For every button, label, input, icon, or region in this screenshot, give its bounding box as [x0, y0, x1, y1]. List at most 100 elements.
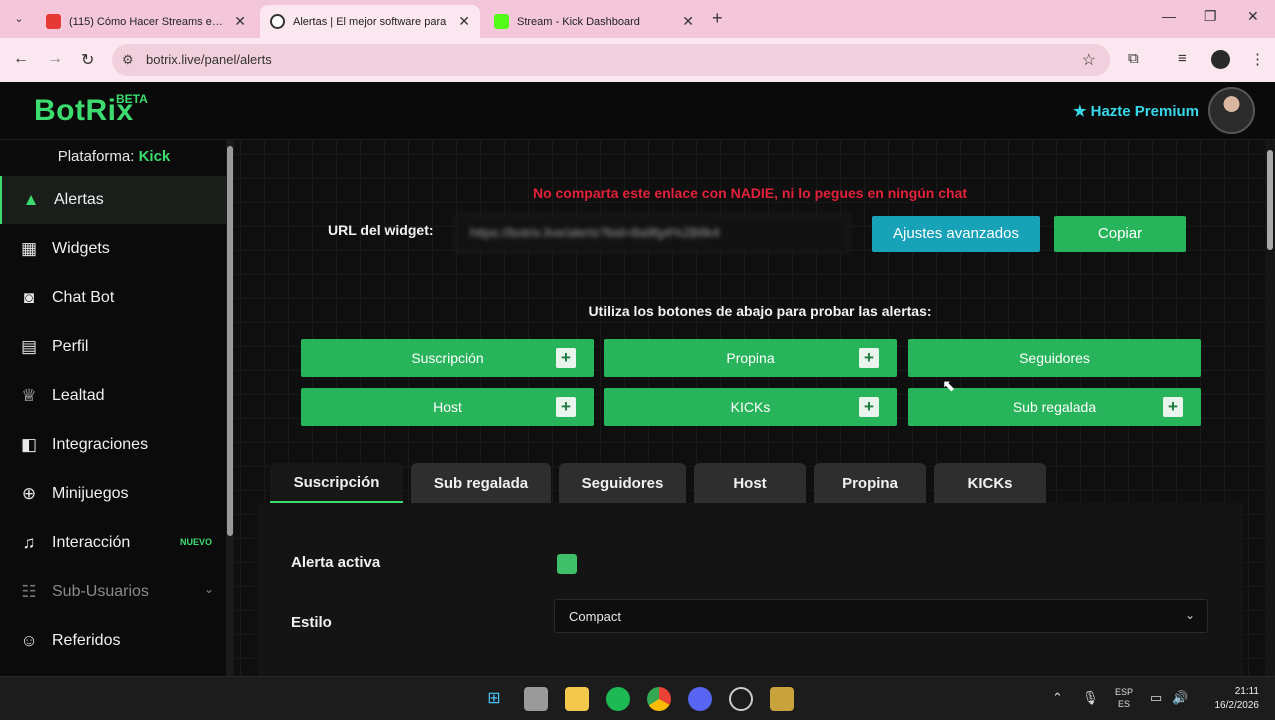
browser-toolbar: ← → ↻ ⚙ botrix.live/panel/alerts ☆ ⧉ ≡ ⋮ [0, 38, 1275, 82]
new-tab-icon[interactable]: + [712, 8, 723, 29]
kick-icon [494, 14, 509, 29]
close-tab-icon[interactable]: ✕ [458, 13, 470, 30]
test-subscription-button[interactable]: Suscripción + [301, 339, 594, 377]
chevron-down-icon: ⌄ [203, 582, 214, 596]
sidebar-item-referidos[interactable]: ☺ Referidos [0, 617, 226, 665]
main-scrollbar[interactable] [1265, 140, 1275, 676]
menu-kebab-icon[interactable]: ⋮ [1250, 50, 1265, 68]
plus-icon[interactable]: + [556, 397, 576, 417]
plus-icon[interactable]: + [556, 348, 576, 368]
button-label: Propina [726, 350, 775, 366]
browser-profile-avatar[interactable] [1211, 50, 1230, 69]
tab-propina[interactable]: Propina [814, 463, 926, 503]
button-label: Host [433, 399, 462, 415]
tab-search-icon[interactable]: ⌄ [8, 8, 30, 30]
test-tip-button[interactable]: Propina + [604, 339, 897, 377]
app-header: BotRix BETA ★ Hazte Premium [0, 82, 1275, 140]
league-icon[interactable] [770, 687, 794, 711]
widget-url-label: URL del widget: [328, 222, 434, 238]
language-indicator[interactable]: ESP ES [1112, 686, 1136, 710]
botrix-icon [270, 14, 285, 29]
sidebar-item-sub-usuarios[interactable]: ☷ Sub-Usuarios ⌄ [0, 568, 226, 616]
sidebar-item-integraciones[interactable]: ◧ Integraciones [0, 421, 226, 469]
test-followers-button[interactable]: Seguidores [908, 339, 1201, 377]
widget-url-field[interactable]: https://botrix.live/alerts?bid=8a9fg4%2B… [455, 214, 850, 253]
volume-icon[interactable]: 🔊 [1172, 690, 1188, 706]
sidebar: Plataforma: Kick ▲ Alertas ▦ Widgets ◙ C… [0, 140, 228, 676]
file-explorer-icon[interactable] [565, 687, 589, 711]
back-icon[interactable]: ← [13, 50, 29, 68]
mouse-cursor-icon: ⬉ [942, 378, 956, 395]
sidebar-item-minijuegos[interactable]: ⊕ Minijuegos [0, 470, 226, 518]
microphone-icon[interactable]: 🎙 [1082, 690, 1099, 706]
plus-icon[interactable]: + [1163, 397, 1183, 417]
security-warning: No comparta este enlace con NADIE, ni lo… [532, 185, 968, 201]
close-tab-icon[interactable]: ✕ [682, 13, 694, 30]
spotify-icon[interactable] [606, 687, 630, 711]
browser-tab-kick[interactable]: Stream - Kick Dashboard ✕ [484, 5, 704, 38]
chrome-icon[interactable] [647, 687, 671, 711]
sidebar-item-label: Sub-Usuarios [52, 583, 149, 600]
task-view-icon[interactable] [524, 687, 548, 711]
tab-host[interactable]: Host [694, 463, 806, 503]
platform-label: Plataforma: [57, 148, 135, 165]
new-badge: NUEVO [179, 537, 212, 547]
test-host-button[interactable]: Host + [301, 388, 594, 426]
tab-title: Stream - Kick Dashboard [517, 15, 640, 28]
sidebar-item-perfil[interactable]: ▤ Perfil [0, 323, 226, 371]
restore-icon[interactable]: ❐ [1204, 8, 1217, 25]
beta-badge: BETA [116, 92, 148, 106]
alert-active-checkbox[interactable] [557, 554, 577, 574]
users-icon: ☷ [21, 582, 37, 601]
scrollbar-thumb[interactable] [1267, 150, 1273, 250]
music-icon: ♫ [22, 533, 36, 552]
scrollbar-thumb[interactable] [227, 146, 233, 536]
network-icon[interactable]: ▭ [1150, 690, 1162, 706]
sidebar-scrollbar[interactable] [226, 140, 234, 676]
alert-settings-panel [258, 503, 1243, 676]
integrations-icon: ◧ [20, 435, 38, 454]
tab-suscripcion[interactable]: Suscripción [270, 463, 403, 503]
windows-start-icon[interactable]: ⊞ [482, 687, 506, 711]
sidebar-item-label: Interacción [52, 534, 131, 551]
system-clock[interactable]: 21:11 16/2/2026 [1215, 685, 1260, 713]
sidebar-item-lealtad[interactable]: ♕ Lealtad [0, 372, 226, 420]
plus-icon[interactable]: + [859, 397, 879, 417]
trophy-icon: ♕ [21, 386, 37, 405]
alert-active-label: Alerta activa [291, 554, 381, 571]
copy-button[interactable]: Copiar [1054, 216, 1186, 252]
tab-title: (115) Cómo Hacer Streams en K [69, 15, 227, 28]
browser-tab-youtube[interactable]: (115) Cómo Hacer Streams en K ✕ [36, 5, 256, 38]
chevron-down-icon: ⌄ [1184, 608, 1195, 622]
discord-icon[interactable] [688, 687, 712, 711]
browser-tab-botrix[interactable]: Alertas | El mejor software para ✕ [260, 5, 480, 38]
forward-icon[interactable]: → [47, 50, 63, 68]
test-kicks-button[interactable]: KICKs + [604, 388, 897, 426]
sidebar-item-interaccion[interactable]: ♫ Interacción NUEVO [0, 519, 226, 567]
plus-icon[interactable]: + [859, 348, 879, 368]
advanced-settings-button[interactable]: Ajustes avanzados [872, 216, 1040, 252]
close-tab-icon[interactable]: ✕ [234, 13, 246, 30]
chevron-up-icon[interactable]: ⌃ [1052, 690, 1063, 706]
user-avatar[interactable] [1208, 87, 1255, 134]
youtube-icon [46, 14, 61, 29]
premium-link[interactable]: ★ Hazte Premium [1073, 102, 1199, 120]
address-bar[interactable]: ⚙ botrix.live/panel/alerts ☆ [112, 44, 1110, 76]
tab-kicks[interactable]: KICKs [934, 463, 1046, 503]
tab-sub-regalada[interactable]: Sub regalada [411, 463, 551, 503]
style-select[interactable]: Compact ⌄ [554, 599, 1208, 633]
sidebar-item-widgets[interactable]: ▦ Widgets [0, 225, 226, 273]
window-close-icon[interactable]: ✕ [1247, 8, 1259, 25]
site-info-icon[interactable]: ⚙ [122, 52, 134, 68]
extensions-icon[interactable]: ⧉ [1128, 50, 1139, 67]
media-controls-icon[interactable]: ≡ [1178, 50, 1187, 67]
reload-icon[interactable]: ↻ [81, 50, 94, 70]
tab-seguidores[interactable]: Seguidores [559, 463, 686, 503]
minimize-icon[interactable]: — [1162, 8, 1176, 24]
test-alerts-label: Utiliza los botones de abajo para probar… [588, 303, 932, 319]
obs-icon[interactable] [729, 687, 753, 711]
grid-icon: ▦ [20, 239, 38, 258]
url-text[interactable]: botrix.live/panel/alerts [146, 52, 272, 67]
premium-label: Hazte Premium [1090, 103, 1199, 120]
bookmark-star-icon[interactable]: ☆ [1082, 50, 1096, 70]
